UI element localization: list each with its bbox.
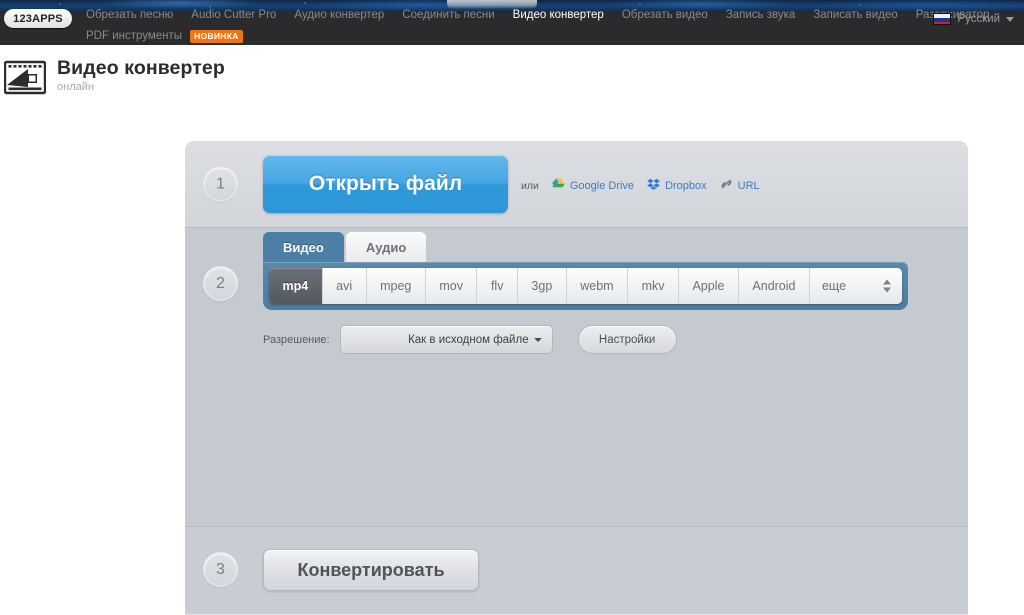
nav-links: Обрезать песню Audio Cutter Pro Аудио ко…: [86, 8, 989, 44]
video-converter-logo-icon: [3, 56, 47, 98]
updown-stepper-icon: [882, 279, 891, 293]
nav-link-audio-cutter-pro[interactable]: Audio Cutter Pro: [191, 8, 276, 23]
dropbox-icon: [647, 178, 660, 193]
new-badge: НОВИНКА: [190, 30, 243, 43]
step-2-number: 2: [203, 266, 238, 301]
resolution-value: Как в исходном файле: [408, 333, 529, 346]
chevron-down-icon: [1006, 16, 1014, 22]
google-drive-label: Google Drive: [569, 179, 635, 192]
link-icon: [720, 178, 733, 193]
or-label: или: [521, 179, 539, 192]
format-option-flv[interactable]: flv: [477, 268, 518, 304]
dropbox-label: Dropbox: [665, 179, 707, 192]
brand-logo-123apps[interactable]: 123APPS: [4, 9, 72, 28]
nav-link-pdf-tools[interactable]: PDF инструменты: [86, 29, 182, 44]
nav-row-secondary: PDF инструменты НОВИНКА: [86, 29, 916, 44]
open-file-button[interactable]: Открыть файл: [263, 155, 508, 213]
step-1-number: 1: [203, 166, 238, 202]
chevron-down-icon: [533, 337, 542, 342]
url-link[interactable]: URL: [720, 178, 760, 193]
google-drive-link[interactable]: Google Drive: [552, 178, 634, 193]
ru-flag-icon: [933, 13, 952, 25]
resolution-row: Разрешение: Как в исходном файле Настрой…: [263, 325, 677, 354]
step-3-number: 3: [203, 552, 238, 587]
format-option-mp4[interactable]: mp4: [269, 268, 323, 304]
top-navigation-bar: 123APPS Обрезать песню Audio Cutter Pro …: [0, 0, 1024, 45]
tab-audio[interactable]: Аудио: [345, 232, 427, 262]
format-option-mkv[interactable]: mkv: [628, 268, 679, 304]
dropbox-link[interactable]: Dropbox: [647, 178, 707, 193]
nav-link-audio-cutter[interactable]: Обрезать песню: [86, 8, 173, 23]
format-option-mpeg[interactable]: mpeg: [366, 268, 426, 304]
language-label: Русский: [957, 13, 1000, 25]
url-label: URL: [737, 179, 760, 192]
format-option-apple[interactable]: Apple: [678, 268, 739, 304]
page-title: Видео конвертер: [57, 57, 225, 79]
nav-link-video-converter[interactable]: Видео конвертер: [513, 8, 604, 23]
step-1-section: 1 Открыть файл или Google Drive Dropbox …: [185, 141, 968, 228]
format-type-tabs: Видео Аудио: [263, 232, 427, 262]
converter-panel: 1 Открыть файл или Google Drive Dropbox …: [185, 141, 968, 615]
format-option-3gp[interactable]: 3gp: [517, 268, 567, 304]
format-selector-container: mp4 avi mpeg mov flv 3gp webm mkv Apple …: [263, 262, 908, 310]
tab-video[interactable]: Видео: [263, 232, 344, 262]
format-more-label: еще: [821, 279, 847, 293]
resolution-label: Разрешение:: [263, 333, 330, 346]
step-3-section: 3 Конвертировать: [185, 527, 968, 614]
nav-row-primary: Обрезать песню Audio Cutter Pro Аудио ко…: [86, 8, 989, 23]
brand-logo-label: 123APPS: [13, 12, 63, 25]
format-option-webm[interactable]: webm: [566, 268, 629, 304]
page-header: Видео конвертер онлайн: [0, 45, 1024, 140]
nav-link-audio-joiner[interactable]: Соединить песни: [402, 8, 494, 23]
google-drive-icon: [552, 178, 565, 193]
nav-link-audio-converter[interactable]: Аудио конвертер: [294, 8, 384, 23]
page-subtitle: онлайн: [57, 81, 94, 93]
format-option-android[interactable]: Android: [738, 268, 810, 304]
format-option-mov[interactable]: mov: [425, 268, 478, 304]
settings-button[interactable]: Настройки: [577, 325, 677, 354]
nav-link-voice-recorder[interactable]: Запись звука: [726, 8, 796, 23]
resolution-select[interactable]: Как в исходном файле: [339, 325, 553, 354]
nav-link-video-cutter[interactable]: Обрезать видео: [622, 8, 708, 23]
cloud-sources-row: или Google Drive Dropbox URL: [521, 178, 760, 193]
format-option-more[interactable]: еще: [809, 268, 902, 304]
format-option-avi[interactable]: avi: [322, 268, 367, 304]
format-selector-bar: mp4 avi mpeg mov flv 3gp webm mkv Apple …: [269, 268, 902, 304]
language-selector[interactable]: Русский: [933, 13, 1014, 25]
convert-button[interactable]: Конвертировать: [263, 549, 479, 591]
nav-link-screen-recorder[interactable]: Записать видео: [813, 8, 897, 23]
step-2-section: 2 Видео Аудио mp4 avi mpeg mov flv 3gp w…: [185, 228, 968, 527]
